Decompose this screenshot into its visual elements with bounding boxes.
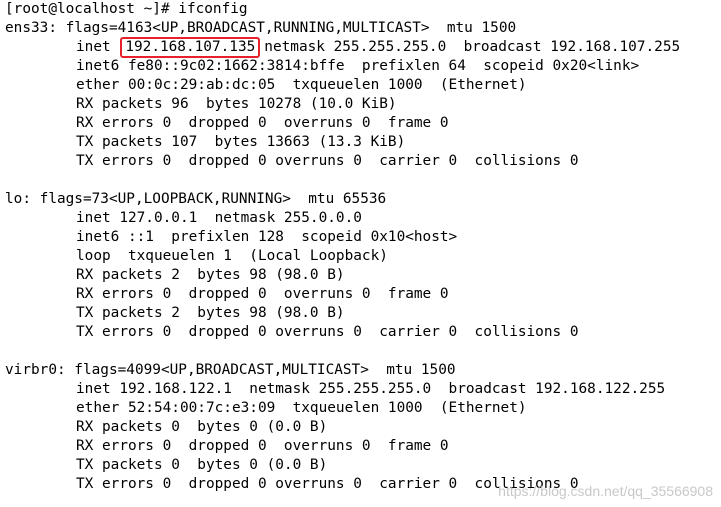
interface-header: ens33: flags=4163<UP,BROADCAST,RUNNING,M… [5, 19, 721, 38]
detail-line: RX errors 0 dropped 0 overruns 0 frame 0 [5, 114, 721, 133]
detail-text: inet 127.0.0.1 netmask 255.0.0.0 [76, 210, 362, 226]
detail-text: inet6 fe80::9c02:1662:3814:bffe prefixle… [76, 58, 640, 74]
detail-line: RX errors 0 dropped 0 overruns 0 frame 0 [5, 285, 721, 304]
interface-block-ens33: ens33: flags=4163<UP,BROADCAST,RUNNING,M… [5, 19, 721, 171]
highlighted-ip-address: 192.168.107.135 [120, 37, 261, 58]
detail-line: RX packets 96 bytes 10278 (10.0 KiB) [5, 95, 721, 114]
detail-line: RX packets 2 bytes 98 (98.0 B) [5, 266, 721, 285]
inet-prefix: inet [76, 39, 111, 55]
detail-text: TX packets 2 bytes 98 (98.0 B) [76, 305, 345, 321]
terminal-output[interactable]: [root@localhost ~]# ifconfig ens33: flag… [0, 0, 721, 507]
detail-text: ether 00:0c:29:ab:dc:05 txqueuelen 1000 … [76, 77, 527, 93]
detail-line: inet6 ::1 prefixlen 128 scopeid 0x10<hos… [5, 228, 721, 247]
detail-text: TX packets 107 bytes 13663 (13.3 KiB) [76, 134, 406, 150]
detail-line: ether 00:0c:29:ab:dc:05 txqueuelen 1000 … [5, 76, 721, 95]
detail-text: RX errors 0 dropped 0 overruns 0 frame 0 [76, 438, 449, 454]
detail-line: inet 192.168.122.1 netmask 255.255.255.0… [5, 380, 721, 399]
interface-header: lo: flags=73<UP,LOOPBACK,RUNNING> mtu 65… [5, 190, 721, 209]
detail-text: RX errors 0 dropped 0 overruns 0 frame 0 [76, 286, 449, 302]
detail-text: inet 192.168.122.1 netmask 255.255.255.0… [76, 381, 666, 397]
detail-line: RX packets 0 bytes 0 (0.0 B) [5, 418, 721, 437]
detail-line: TX errors 0 dropped 0 overruns 0 carrier… [5, 323, 721, 342]
detail-line: inet6 fe80::9c02:1662:3814:bffe prefixle… [5, 57, 721, 76]
detail-line: RX errors 0 dropped 0 overruns 0 frame 0 [5, 437, 721, 456]
detail-text: RX packets 96 bytes 10278 (10.0 KiB) [76, 96, 397, 112]
detail-line: TX errors 0 dropped 0 overruns 0 carrier… [5, 152, 721, 171]
command-prompt-line: [root@localhost ~]# ifconfig [5, 0, 721, 19]
detail-text: RX packets 0 bytes 0 (0.0 B) [76, 419, 328, 435]
detail-text: loop txqueuelen 1 (Local Loopback) [76, 248, 388, 264]
inet-rest: netmask 255.255.255.0 broadcast 192.168.… [264, 39, 681, 55]
interface-header: virbr0: flags=4099<UP,BROADCAST,MULTICAS… [5, 361, 721, 380]
watermark-text: https://blog.csdn.net/qq_35566908 [498, 483, 713, 499]
detail-line: TX packets 0 bytes 0 (0.0 B) [5, 456, 721, 475]
detail-text: TX packets 0 bytes 0 (0.0 B) [76, 457, 328, 473]
detail-text: RX packets 2 bytes 98 (98.0 B) [76, 267, 345, 283]
interface-header-text: lo: flags=73<UP,LOOPBACK,RUNNING> mtu 65… [5, 191, 387, 207]
interface-block-virbr0: virbr0: flags=4099<UP,BROADCAST,MULTICAS… [5, 361, 721, 494]
detail-text: TX errors 0 dropped 0 overruns 0 carrier… [76, 324, 579, 340]
detail-text: ether 52:54:00:7c:e3:09 txqueuelen 1000 … [76, 400, 527, 416]
detail-text: inet6 ::1 prefixlen 128 scopeid 0x10<hos… [76, 229, 458, 245]
interface-header-text: ens33: flags=4163<UP,BROADCAST,RUNNING,M… [5, 20, 517, 36]
interface-header-text: virbr0: flags=4099<UP,BROADCAST,MULTICAS… [5, 362, 456, 378]
interface-block-lo: lo: flags=73<UP,LOOPBACK,RUNNING> mtu 65… [5, 190, 721, 342]
detail-line: TX packets 107 bytes 13663 (13.3 KiB) [5, 133, 721, 152]
detail-line: inet 127.0.0.1 netmask 255.0.0.0 [5, 209, 721, 228]
detail-text: RX errors 0 dropped 0 overruns 0 frame 0 [76, 115, 449, 131]
detail-text: TX errors 0 dropped 0 overruns 0 carrier… [76, 153, 579, 169]
command-prompt: [root@localhost ~]# ifconfig [5, 1, 248, 17]
detail-line: TX packets 2 bytes 98 (98.0 B) [5, 304, 721, 323]
detail-line: ether 52:54:00:7c:e3:09 txqueuelen 1000 … [5, 399, 721, 418]
detail-line: loop txqueuelen 1 (Local Loopback) [5, 247, 721, 266]
inet-line: inet 192.168.107.135 netmask 255.255.255.… [5, 37, 721, 58]
